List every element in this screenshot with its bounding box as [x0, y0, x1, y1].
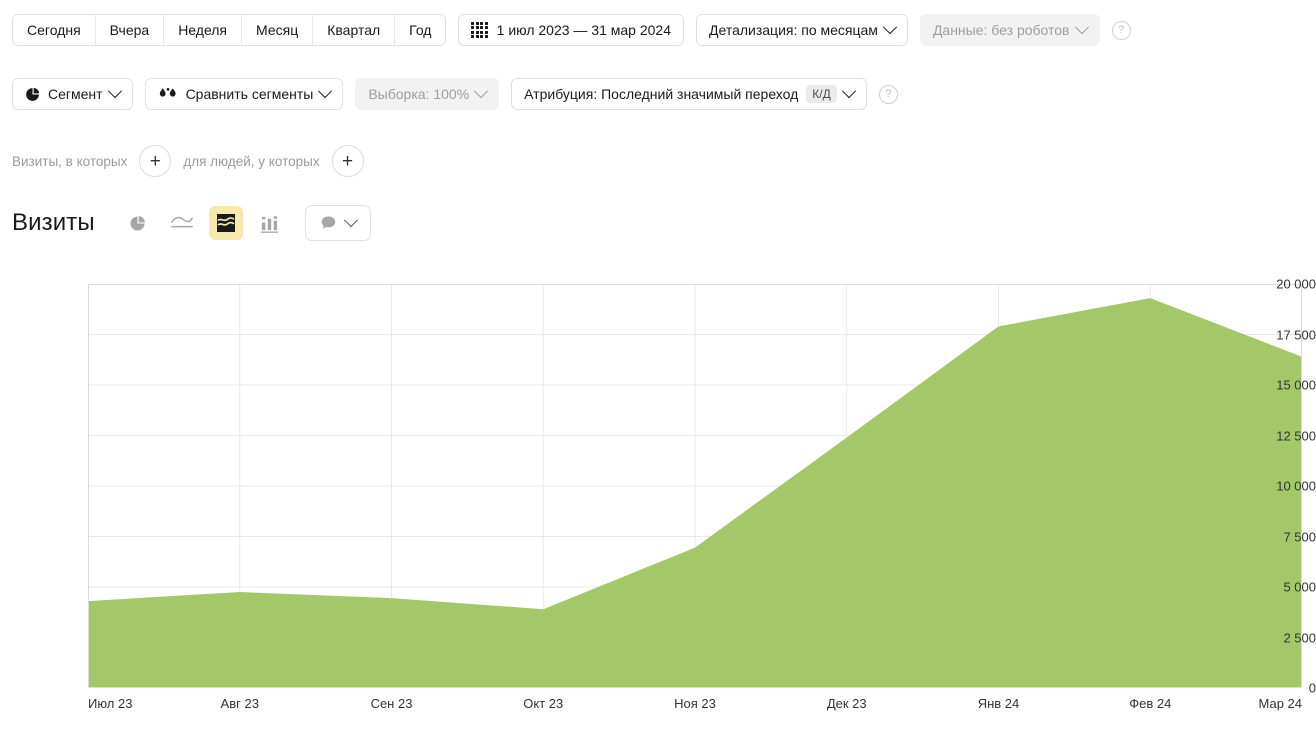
chart-type-line-button[interactable]	[165, 206, 199, 240]
x-axis-tick-label: Мар 24	[1258, 696, 1302, 711]
chart-svg	[87, 283, 1303, 689]
segment-label: Сегмент	[48, 86, 103, 102]
chevron-down-icon	[474, 84, 489, 99]
sample-rate-dropdown[interactable]: Выборка: 100%	[355, 78, 500, 110]
period-button-year[interactable]: Год	[395, 15, 446, 45]
people-filter-label: для людей, у которых	[183, 153, 320, 169]
period-button-group[interactable]: Сегодня Вчера Неделя Месяц Квартал Год	[12, 14, 447, 46]
data-source-value: Данные: без роботов	[932, 22, 1070, 38]
compare-segments-dropdown[interactable]: Сравнить сегменты	[144, 78, 344, 110]
x-axis-tick-label: Фев 24	[1129, 696, 1172, 711]
y-axis-tick-label: 15 000	[1276, 377, 1316, 393]
y-axis-tick-label: 0	[1308, 680, 1316, 696]
help-icon[interactable]: ?	[878, 84, 898, 104]
y-axis-tick-label: 10 000	[1276, 478, 1316, 494]
period-button-today[interactable]: Сегодня	[13, 15, 96, 45]
x-axis-tick-label: Ноя 23	[674, 696, 716, 711]
period-button-yesterday[interactable]: Вчера	[95, 15, 165, 45]
x-axis-tick-label: Авг 23	[220, 696, 259, 711]
chart-type-pie-button[interactable]	[121, 206, 155, 240]
period-button-month[interactable]: Месяц	[242, 15, 314, 45]
y-axis-tick-label: 20 000	[1276, 276, 1316, 292]
sample-rate-value: Выборка: 100%	[368, 86, 470, 102]
plot-area	[87, 283, 1303, 689]
chevron-down-icon	[318, 84, 333, 99]
chart-type-bar-button[interactable]	[253, 206, 287, 240]
chart-type-area-button[interactable]	[208, 206, 243, 240]
chevron-down-icon	[882, 20, 898, 35]
period-button-week[interactable]: Неделя	[164, 15, 243, 45]
comment-icon	[321, 216, 335, 229]
chevron-down-icon	[841, 84, 856, 99]
x-axis-tick-label: Дек 23	[826, 696, 867, 711]
compare-segments-label: Сравнить сегменты	[185, 86, 314, 102]
segment-dropdown[interactable]: Сегмент	[12, 78, 133, 110]
pie-chart-icon	[130, 215, 146, 231]
help-icon[interactable]: ?	[1111, 20, 1131, 40]
period-button-quarter[interactable]: Квартал	[313, 15, 396, 45]
x-axis-tick-label: Окт 23	[523, 696, 564, 711]
comments-dropdown-button[interactable]	[304, 205, 371, 241]
segment-toolbar: Сегмент Сравнить сегменты Выборка: 100% …	[12, 78, 898, 110]
visits-filter-label: Визиты, в которых	[12, 153, 128, 169]
bar-chart-icon	[261, 215, 279, 233]
attribution-value: Атрибуция: Последний значимый переход	[524, 86, 799, 102]
add-people-filter-button[interactable]: +	[331, 145, 364, 177]
y-axis	[0, 262, 70, 692]
chevron-down-icon	[343, 213, 358, 228]
detail-level-dropdown[interactable]: Детализация: по месяцам	[696, 14, 908, 46]
date-range-value: 1 июл 2023 — 31 мар 2024	[496, 22, 672, 38]
y-axis-tick-label: 5 000	[1283, 579, 1316, 595]
calendar-icon	[471, 21, 488, 39]
y-axis-tick-label: 2 500	[1283, 630, 1316, 645]
attribution-badge: К/Д	[806, 85, 837, 103]
chevron-down-icon	[107, 84, 122, 99]
x-axis-tick-label: Янв 24	[977, 696, 1020, 711]
compare-drops-icon	[159, 87, 176, 97]
pie-chart-icon	[26, 87, 40, 101]
area-chart-icon	[216, 214, 235, 232]
x-axis-tick-label: Сен 23	[370, 696, 413, 711]
y-axis-tick-label: 17 500	[1276, 327, 1316, 342]
line-chart-icon	[170, 216, 193, 228]
visits-area-chart[interactable]: 0 2 500 5 000 7 500 10 000 12 500 15 000 17 500…	[0, 262, 1316, 732]
date-range-picker[interactable]: 1 июл 2023 — 31 мар 2024	[458, 14, 685, 46]
data-source-dropdown[interactable]: Данные: без роботов	[919, 14, 1100, 46]
chart-header: Визиты	[12, 205, 371, 241]
page-title: Визиты	[12, 209, 95, 236]
y-axis-tick-label: 7 500	[1283, 529, 1316, 544]
chevron-down-icon	[1074, 20, 1089, 35]
period-toolbar: Сегодня Вчера Неделя Месяц Квартал Год 1…	[12, 14, 1131, 46]
filters-row: Визиты, в которых + для людей, у которых…	[12, 145, 364, 177]
add-visits-filter-button[interactable]: +	[139, 145, 172, 177]
detail-level-value: Детализация: по месяцам	[709, 22, 878, 38]
attribution-dropdown[interactable]: Атрибуция: Последний значимый переход К/…	[511, 78, 867, 110]
x-axis-tick-label: Июл 23	[88, 696, 133, 711]
y-axis-tick-label: 12 500	[1276, 428, 1316, 443]
